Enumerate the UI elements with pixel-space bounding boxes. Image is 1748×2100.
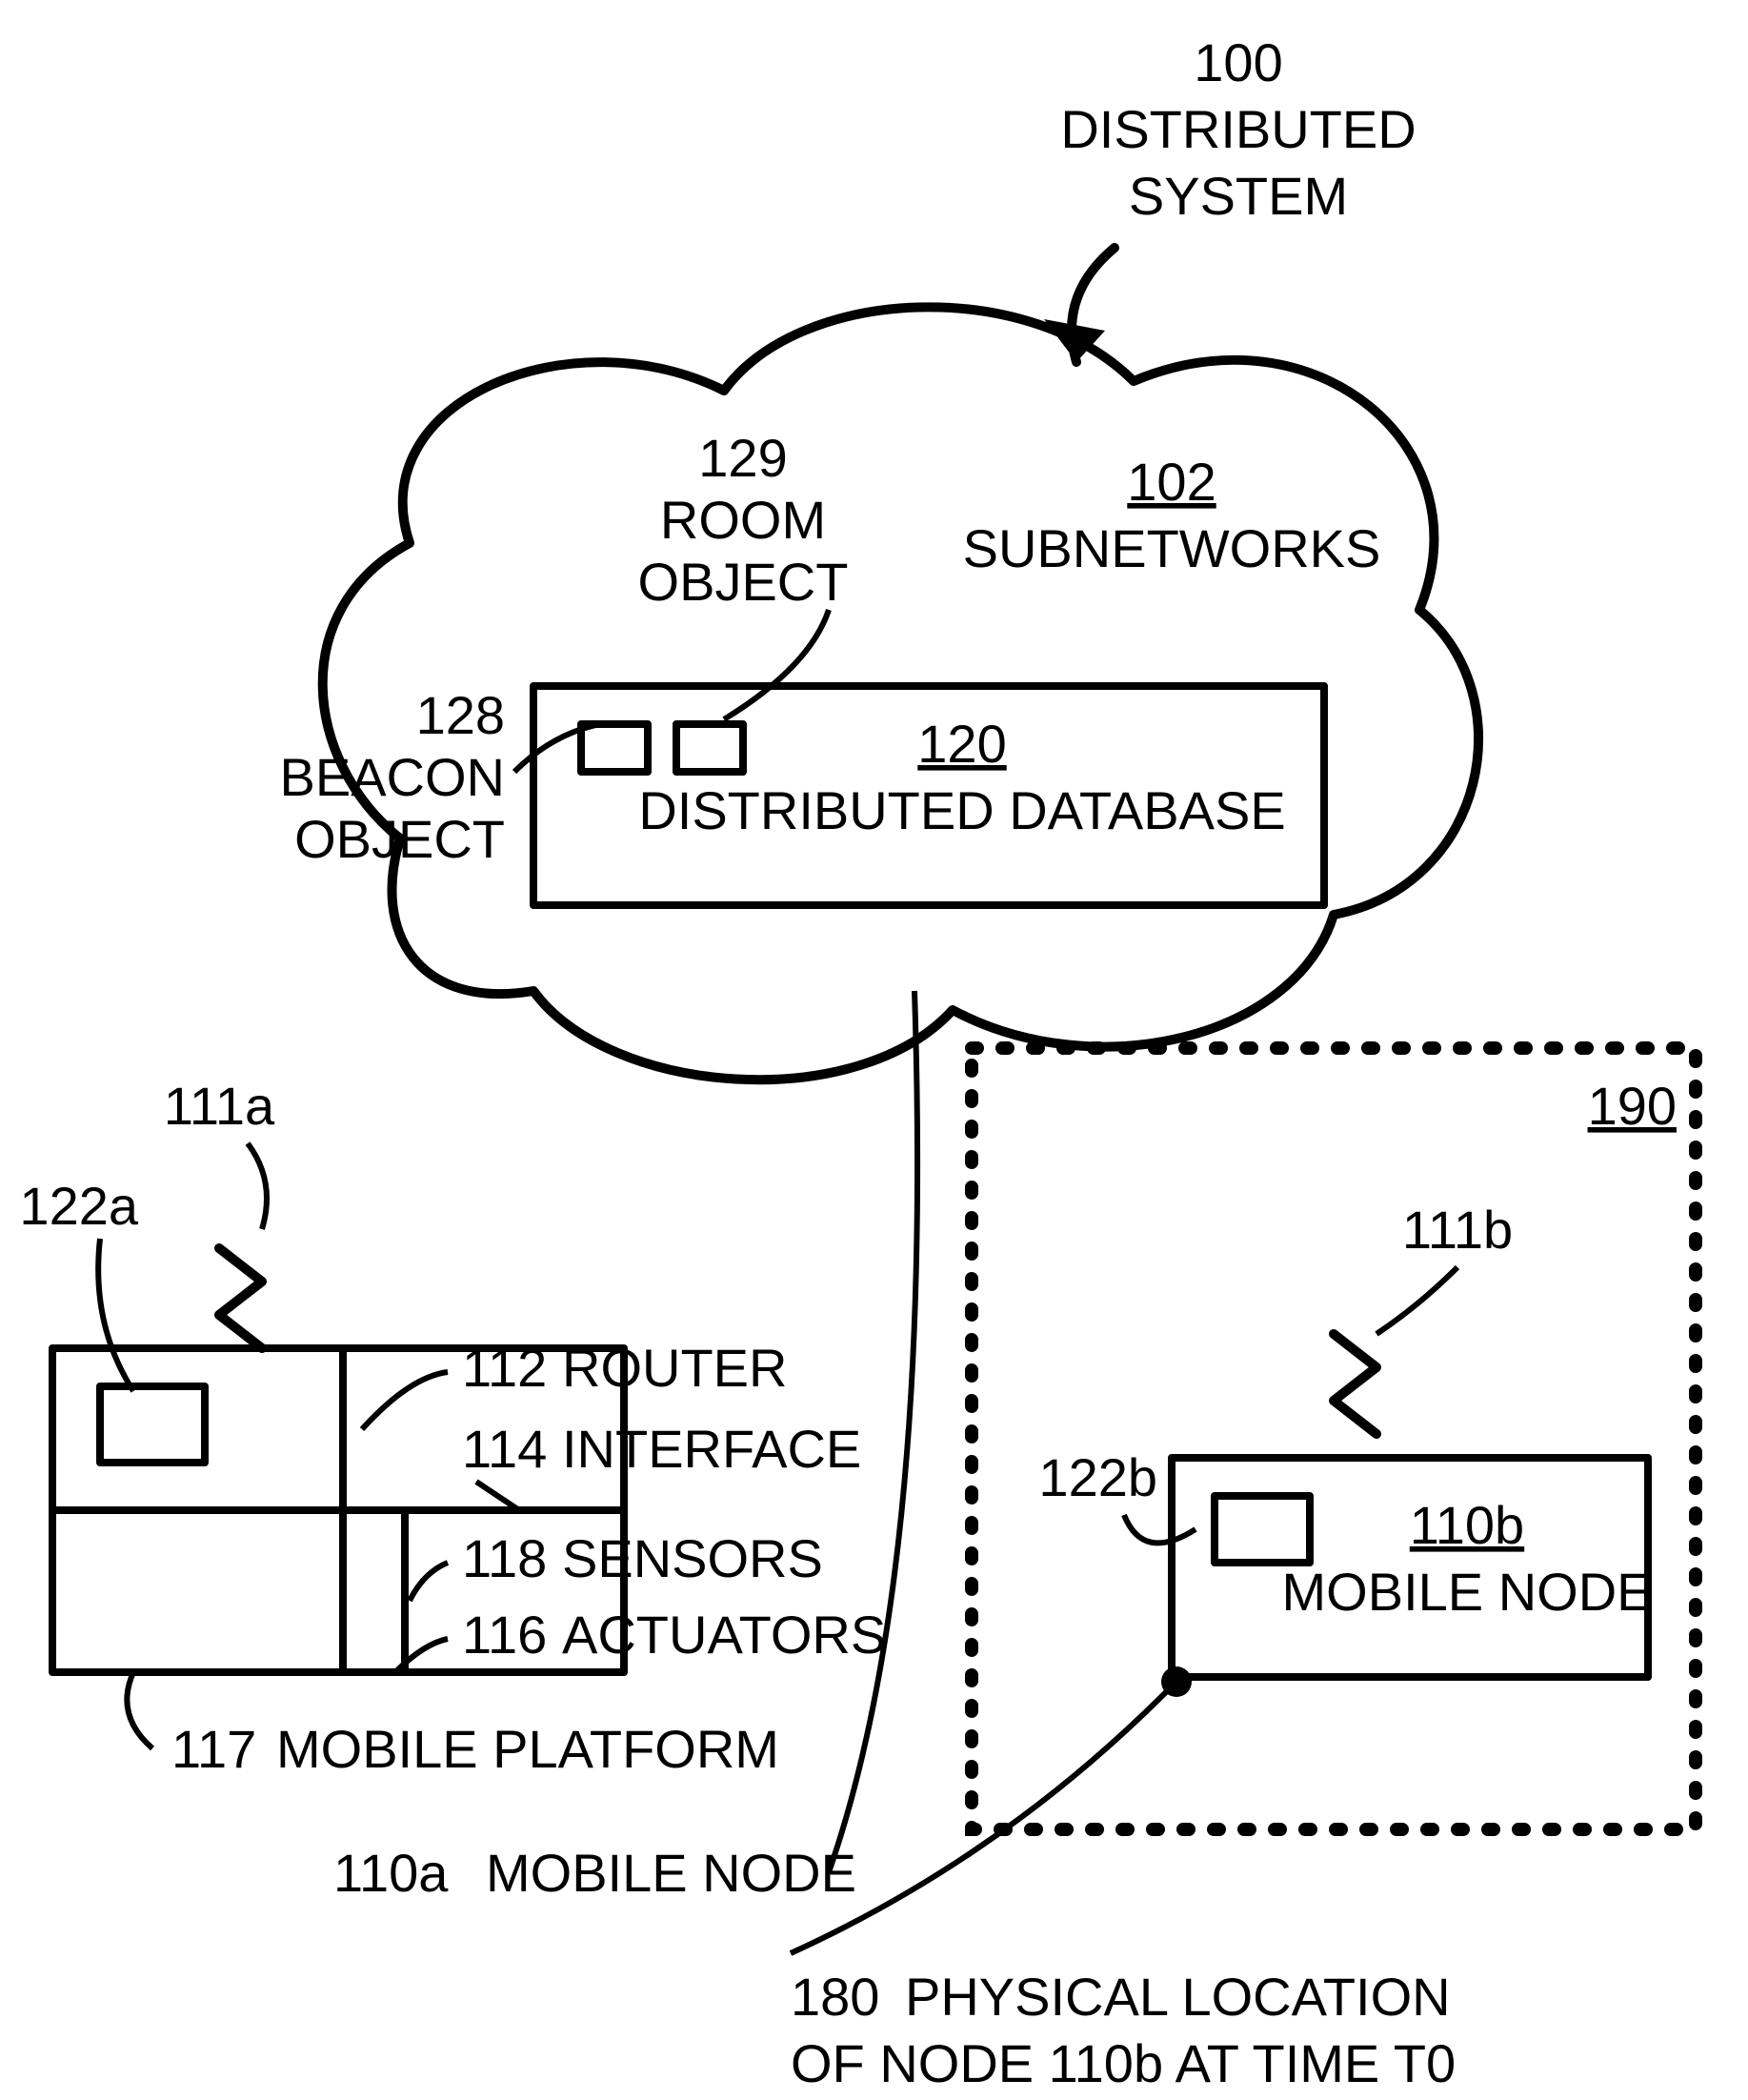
nodeA-name: MOBILE NODE — [486, 1843, 856, 1903]
nodeB-ref: 110b — [1410, 1495, 1524, 1555]
system-ref: 100 — [1194, 32, 1282, 92]
local-b-rect — [1215, 1496, 1310, 1563]
iface-name: INTERFACE — [562, 1419, 861, 1479]
room-leader — [724, 610, 829, 719]
loc-name1: PHYSICAL LOCATION — [905, 1967, 1451, 2027]
sens-leader — [410, 1563, 448, 1601]
act-name: ACTUATORS — [562, 1605, 886, 1665]
room-obj-name2: OBJECT — [638, 552, 849, 612]
ant-a-leader — [248, 1143, 267, 1229]
ant-b-ref: 111b — [1402, 1200, 1513, 1260]
local-b-ref: 122b — [1038, 1447, 1157, 1507]
room-ref: 190 — [1588, 1076, 1677, 1136]
beacon-object-rect — [581, 724, 648, 772]
act-ref: 116 — [462, 1605, 547, 1665]
db-box: 120 DISTRIBUTED DATABASE — [533, 686, 1324, 905]
local-b-leader — [1124, 1515, 1195, 1543]
sens-ref: 118 — [462, 1528, 547, 1588]
system-name2: SYSTEM — [1129, 166, 1348, 226]
router-leader — [362, 1372, 448, 1429]
nodeB-name: MOBILE NODE — [1282, 1562, 1653, 1622]
sens-name: SENSORS — [562, 1528, 823, 1588]
beacon-ref: 128 — [416, 685, 505, 745]
subnet-ref: 102 — [1127, 452, 1216, 512]
plat-ref: 117 — [171, 1719, 256, 1779]
loc-name2: OF NODE 110b AT TIME T0 — [791, 2033, 1456, 2093]
db-ref: 120 — [917, 714, 1006, 774]
nodeA-ref: 110a — [333, 1843, 449, 1903]
iface-ref: 114 — [462, 1419, 547, 1479]
loc-ref: 180 — [791, 1967, 879, 2027]
antenna-b-icon — [1334, 1334, 1376, 1434]
diagram-canvas: 100 DISTRIBUTED SYSTEM 102 SUBNETWORKS 1… — [0, 0, 1748, 2100]
room-object-rect — [676, 724, 743, 772]
local-a-rect — [100, 1386, 205, 1463]
system-name1: DISTRIBUTED — [1060, 99, 1416, 159]
beacon-leader — [514, 724, 600, 772]
local-a-leader — [98, 1239, 133, 1391]
room-obj-name1: ROOM — [660, 490, 826, 550]
plat-name: MOBILE PLATFORM — [276, 1719, 779, 1779]
antenna-a-icon — [219, 1248, 262, 1348]
router-ref: 112 — [462, 1338, 547, 1398]
beacon-name2: OBJECT — [294, 809, 505, 869]
ant-a-ref: 111a — [164, 1076, 275, 1136]
plat-leader — [127, 1672, 152, 1748]
node-b: 110b MOBILE NODE — [1172, 1458, 1652, 1677]
router-name: ROUTER — [562, 1338, 787, 1398]
local-a-ref: 122a — [19, 1176, 138, 1236]
room-obj-ref: 129 — [698, 428, 787, 488]
iface-leader — [476, 1482, 519, 1510]
ant-b-leader — [1376, 1267, 1457, 1334]
subnet-name: SUBNETWORKS — [963, 518, 1381, 578]
db-name: DISTRIBUTED DATABASE — [638, 780, 1285, 840]
room-190 — [972, 1048, 1696, 1829]
beacon-name1: BEACON — [280, 747, 506, 807]
